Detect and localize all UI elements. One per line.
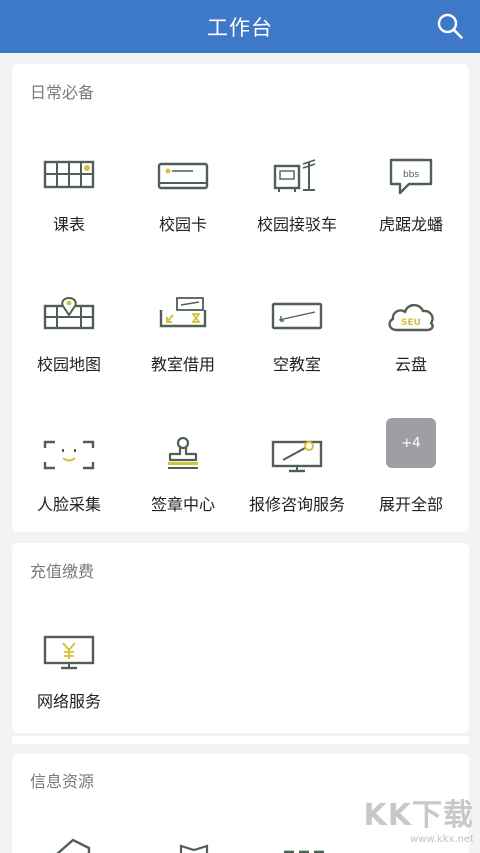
network-icon: [43, 635, 95, 670]
app-seal-center[interactable]: 签章中心: [126, 436, 240, 528]
app-empty-classroom[interactable]: 空教室: [240, 296, 354, 374]
list-icon[interactable]: [282, 848, 326, 853]
app-label: 展开全部: [378, 495, 443, 514]
app-label: 虎踞龙蟠: [378, 215, 443, 234]
app-campus-card[interactable]: 校园卡: [126, 156, 240, 234]
app-label: 空教室: [272, 355, 321, 374]
daily-essentials-card: 日常必备 课表 校园卡 校园接驳车 bbs 虎踞龙蟠 校园地图 教室借用 空教室…: [12, 64, 469, 532]
section-title: 日常必备: [30, 83, 95, 102]
card-icon: [157, 162, 209, 190]
cloud-icon: SEU: [388, 303, 434, 332]
app-label: 教室借用: [150, 355, 215, 374]
top-bar: 工作台: [0, 0, 480, 53]
expand-icon: +4: [386, 418, 436, 468]
app-forum[interactable]: bbs 虎踞龙蟠: [354, 156, 468, 234]
shuttle-icon: [273, 159, 316, 192]
face-scan-icon: [43, 440, 95, 470]
section-title: 信息资源: [30, 772, 95, 791]
stamp-icon: [168, 436, 198, 469]
svg-text:SEU: SEU: [401, 318, 421, 328]
app-classroom-booking[interactable]: 教室借用: [126, 296, 240, 374]
app-timetable[interactable]: 课表: [12, 156, 126, 234]
app-label: 网络服务: [36, 692, 101, 711]
app-label: 签章中心: [150, 495, 215, 514]
app-label: 课表: [52, 215, 85, 234]
page-title: 工作台: [207, 16, 273, 40]
section-title: 充值缴费: [30, 562, 95, 581]
app-campus-map[interactable]: 校园地图: [12, 296, 126, 374]
house-icon[interactable]: [53, 836, 93, 853]
payment-card: 充值缴费 网络服务: [12, 543, 469, 733]
app-network-service[interactable]: 网络服务: [12, 633, 126, 711]
app-label: 云盘: [394, 355, 427, 374]
search-icon[interactable]: [436, 12, 464, 40]
app-label: 校园地图: [36, 355, 101, 374]
grid-icon: [43, 160, 95, 189]
app-label: 校园接驳车: [256, 215, 337, 234]
app-cloud-drive[interactable]: SEU 云盘: [354, 296, 468, 374]
classroom-icon: [159, 297, 207, 328]
watermark-logo: KK下载 www.kkx.net: [363, 798, 475, 845]
divider-strip: [12, 736, 469, 744]
empty-room-icon: [271, 302, 323, 330]
map-pin-icon: [43, 296, 95, 330]
app-label: 校园卡: [158, 215, 207, 234]
app-repair-consult[interactable]: 报修咨询服务: [240, 436, 354, 528]
svg-text:bbs: bbs: [403, 170, 419, 180]
app-label: 人脸采集: [36, 495, 101, 514]
book-icon[interactable]: [177, 842, 211, 853]
app-face-capture[interactable]: 人脸采集: [12, 436, 126, 528]
app-label: 报修咨询服务: [248, 495, 345, 514]
app-expand-all[interactable]: +4 展开全部: [354, 418, 468, 528]
repair-icon: [271, 440, 323, 473]
chat-bubble-icon: bbs: [389, 158, 433, 195]
app-shuttle[interactable]: 校园接驳车: [240, 156, 354, 234]
